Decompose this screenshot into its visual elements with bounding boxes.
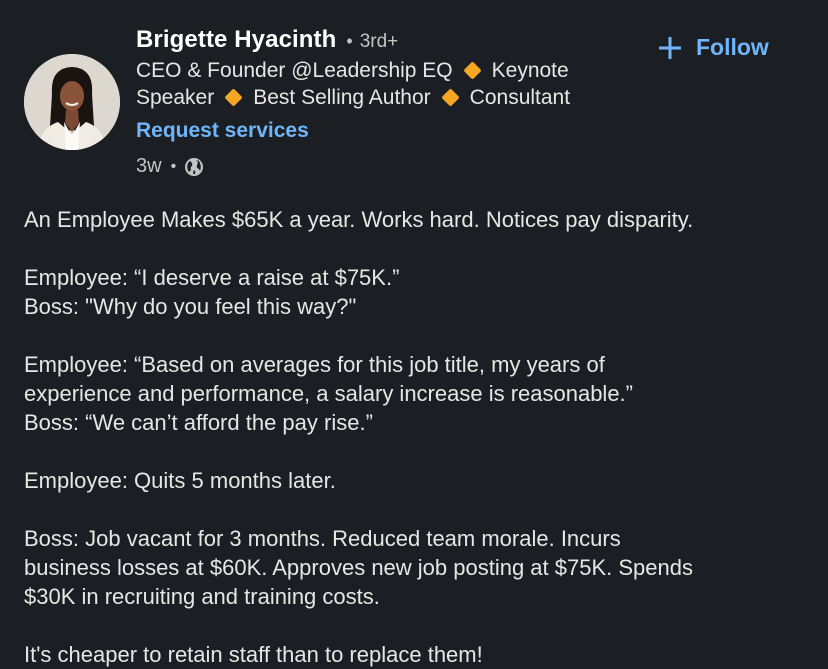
post-line: business losses at $60K. Approves new jo… [24, 555, 693, 580]
post-line: Employee: “Based on averages for this jo… [24, 352, 605, 377]
post-line: Boss: Job vacant for 3 months. Reduced t… [24, 526, 621, 551]
profile-photo [24, 54, 120, 150]
author-name-row: Brigette Hyacinth • 3rd+ [136, 26, 398, 54]
follow-label: Follow [696, 34, 769, 60]
author-avatar[interactable] [24, 54, 120, 150]
headline-segment: Keynote [491, 59, 569, 82]
headline-segment: Speaker [136, 86, 215, 109]
diamond-icon [224, 88, 243, 108]
author-headline: CEO & Founder @Leadership EQ Keynote Spea… [136, 57, 656, 111]
post-time[interactable]: 3w [136, 155, 162, 178]
feed-post: Brigette Hyacinth • 3rd+ CEO & Founder @… [0, 0, 828, 669]
plus-icon [659, 36, 681, 59]
headline-segment: Consultant [469, 86, 571, 109]
connection-degree: 3rd+ [359, 31, 399, 52]
headline-segment: CEO & Founder @Leadership EQ [136, 59, 453, 82]
follow-button[interactable]: Follow [658, 34, 769, 61]
post-line: $30K in recruiting and training costs. [24, 584, 380, 609]
post-line: Employee: “I deserve a raise at $75K.” [24, 265, 400, 290]
headline-line: Speaker Best Selling Author Consultant [136, 84, 656, 111]
post-meta: 3w • [136, 155, 204, 178]
diamond-icon [462, 61, 482, 81]
headline-line: CEO & Founder @Leadership EQ Keynote [136, 57, 656, 84]
post-body: An Employee Makes $65K a year. Works har… [24, 205, 814, 669]
meta-separator-dot: • [170, 157, 177, 175]
diamond-icon [440, 88, 460, 108]
request-services-link[interactable]: Request services [136, 119, 309, 143]
post-line: Boss: “We can’t afford the pay rise.” [24, 410, 373, 435]
globe-icon [184, 157, 204, 177]
post-line: experience and performance, a salary inc… [24, 381, 633, 406]
headline-segment: Best Selling Author [253, 86, 431, 109]
separator-dot: • [346, 31, 353, 51]
author-name[interactable]: Brigette Hyacinth [136, 26, 336, 54]
post-line: Boss: "Why do you feel this way?" [24, 294, 357, 319]
post-line: An Employee Makes $65K a year. Works har… [24, 207, 694, 232]
post-line: Employee: Quits 5 months later. [24, 468, 336, 493]
post-line: It's cheaper to retain staff than to rep… [24, 642, 483, 667]
